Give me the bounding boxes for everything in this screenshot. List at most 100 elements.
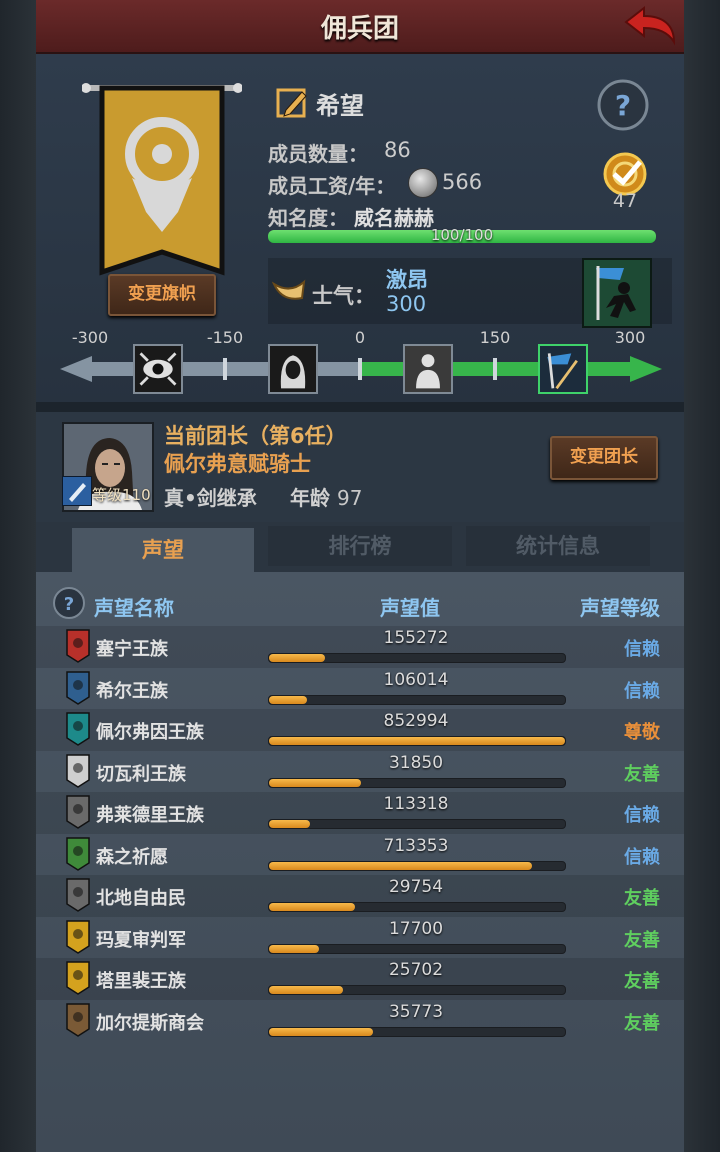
header-name: 声望名称: [94, 596, 174, 620]
reputation-rank: 信赖: [624, 805, 660, 826]
table-header: ? 声望名称 声望值 声望等级: [36, 572, 684, 624]
table-row[interactable]: 塞宁王族 155272 信赖: [36, 626, 684, 668]
reputation-value: 713353: [383, 835, 449, 856]
table-row[interactable]: 塔里裴王族 25702 友善: [36, 958, 684, 1000]
gold-crown-crest-icon: [66, 961, 90, 995]
reputation-bar-fill: [269, 737, 565, 745]
reputation-bar-fill: [269, 861, 533, 870]
faction-name: 弗莱德里王族: [96, 805, 204, 826]
fame-progress-text: 100/100: [430, 226, 494, 244]
teal-wave-crest-icon: [66, 712, 90, 746]
reputation-value: 852994: [383, 711, 449, 731]
faction-name: 希尔王族: [96, 680, 168, 702]
svg-text:?: ?: [64, 594, 74, 615]
table-row[interactable]: 佩尔弗因王族 852994 尊敬: [36, 709, 684, 751]
blue-helm-crest-icon: [66, 670, 90, 705]
leader-age-label: 年龄: [290, 486, 330, 510]
table-row[interactable]: 弗莱德里王族 113318 信赖: [36, 792, 684, 834]
red-tower-crest-icon: [66, 629, 90, 663]
change-banner-button[interactable]: 变更旗帜: [108, 274, 216, 316]
reputation-bar: [268, 943, 566, 954]
rally-banner-icon[interactable]: [537, 344, 588, 394]
reputation-bar: [268, 653, 566, 663]
morale-tick-label: 0: [354, 328, 366, 347]
morale-tick-label: 150: [479, 328, 511, 347]
table-row[interactable]: 森之祈愿 713353 信赖: [36, 834, 684, 876]
reputation-value: 155272: [383, 628, 449, 648]
fear-hooded-icon[interactable]: [267, 344, 318, 394]
sword-skill-icon: [62, 476, 92, 506]
leader-age-value: 97: [336, 486, 363, 510]
despair-eye-icon[interactable]: [132, 344, 183, 394]
reputation-rank: 信赖: [624, 680, 660, 702]
leader-level: 等级110: [92, 486, 151, 504]
morale-left-arrow-icon: [60, 356, 92, 382]
reputation-table: ? 声望名称 声望值 声望等级 塞宁王族 155272 信赖 希尔王族 106014 信赖…: [36, 572, 684, 1152]
change-leader-button[interactable]: 变更团长: [550, 436, 658, 480]
morale-tick-label: -300: [71, 328, 109, 347]
leader-title: 当前团长（第6任）: [164, 424, 347, 448]
reputation-rows: 塞宁王族 155272 信赖 希尔王族 106014 信赖 佩尔弗因王族 852994 尊敬 切瓦…: [36, 626, 684, 1041]
reputation-bar-fill: [269, 820, 311, 828]
war-horn-icon: [272, 279, 306, 300]
faction-name: 佩尔弗因王族: [96, 722, 204, 743]
tab-reputation[interactable]: 声望: [72, 528, 254, 572]
tab-ranking[interactable]: 排行榜: [268, 526, 452, 566]
members-value: 86: [384, 138, 411, 162]
reputation-bar: [268, 736, 566, 746]
reputation-rank: 友善: [624, 971, 660, 992]
silver-coin-icon: [408, 168, 438, 198]
edit-name-icon[interactable]: [276, 86, 308, 118]
morale-scale: -300 -150 0 150 300: [60, 324, 662, 398]
grey-skull-crest-icon: [66, 795, 90, 829]
svg-text:?: ?: [615, 89, 631, 122]
help-icon[interactable]: ?: [52, 586, 86, 620]
reputation-rank: 尊敬: [624, 722, 660, 743]
table-row[interactable]: 北地自由民 29754 友善: [36, 875, 684, 917]
reputation-bar: [268, 985, 566, 995]
reputation-bar: [268, 860, 566, 871]
table-row[interactable]: 希尔王族 106014 信赖: [36, 668, 684, 710]
members-label: 成员数量：: [268, 142, 368, 166]
charging-soldier-icon[interactable]: [582, 258, 652, 328]
morale-tick: [358, 358, 362, 380]
reputation-bar-fill: [269, 654, 326, 662]
reputation-rank: 友善: [624, 1012, 660, 1034]
reputation-rank: 友善: [624, 763, 660, 785]
help-icon[interactable]: ?: [596, 78, 650, 132]
faction-name: 切瓦利王族: [96, 763, 186, 785]
reputation-bar: [268, 694, 566, 705]
title-bar: 佣兵团: [36, 0, 684, 54]
page-title: 佣兵团: [320, 14, 399, 44]
morale-tick-label: -150: [206, 328, 244, 347]
company-info-panel: 变更旗帜 希望 ? 成员数量： 86 成员工资/年： 566 知名度： 威名赫赫…: [36, 54, 684, 404]
morale-value: 300: [386, 292, 427, 316]
faction-name: 塞宁王族: [96, 639, 168, 660]
reputation-value: 29754: [388, 877, 444, 897]
reputation-value: 25702: [388, 960, 444, 980]
morale-right-arrow-icon: [630, 356, 662, 382]
table-row[interactable]: 切瓦利王族 31850 友善: [36, 751, 684, 793]
left-frame: [0, 0, 36, 1152]
reputation-rank: 信赖: [624, 846, 660, 868]
reputation-bar: [268, 1026, 566, 1037]
company-name: 希望: [316, 92, 364, 120]
back-arrow-icon[interactable]: [618, 4, 678, 48]
reputation-value: 31850: [388, 752, 444, 773]
morale-tick: [223, 358, 227, 380]
calm-figure-icon[interactable]: [402, 344, 453, 394]
faction-name: 北地自由民: [96, 888, 186, 909]
green-tree-crest-icon: [66, 836, 90, 871]
leader-age: 年龄 97: [290, 482, 362, 511]
section-divider: [36, 402, 684, 412]
tab-statistics[interactable]: 统计信息: [466, 526, 650, 566]
table-row[interactable]: 玛夏审判军 17700 友善: [36, 917, 684, 959]
wage-value: 566: [442, 170, 483, 194]
morale-state: 激昂: [386, 268, 428, 292]
table-row[interactable]: 加尔提斯商会 35773 友善: [36, 1000, 684, 1042]
reputation-value: 35773: [388, 1001, 444, 1022]
reputation-rank: 信赖: [624, 639, 660, 660]
reputation-rank: 友善: [624, 888, 660, 909]
faction-name: 加尔提斯商会: [96, 1012, 204, 1034]
reputation-bar-fill: [269, 1027, 373, 1036]
